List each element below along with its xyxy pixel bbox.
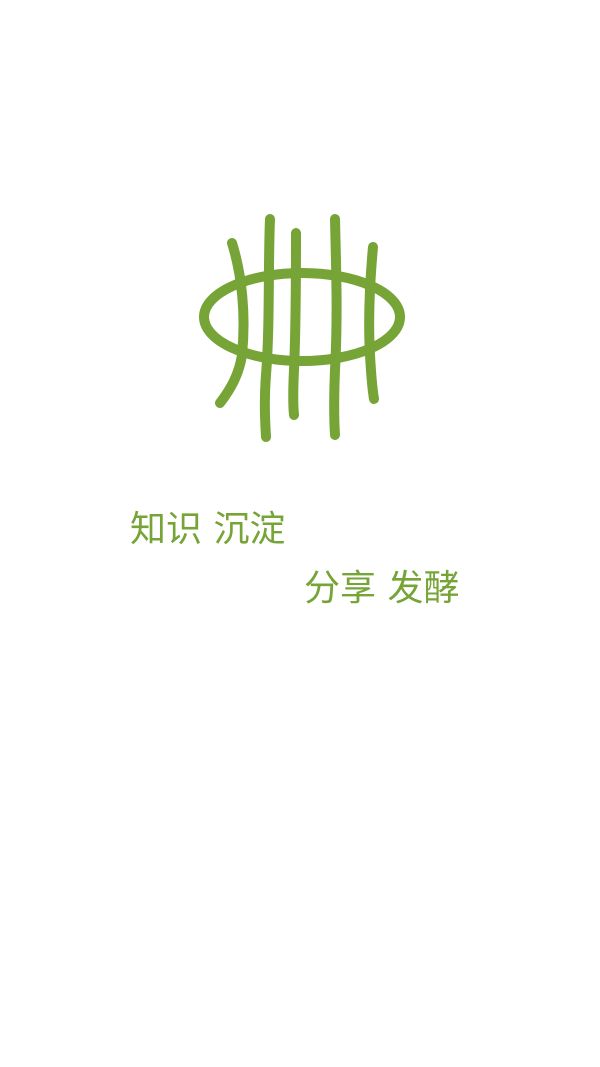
app-logo-icon	[199, 214, 405, 442]
tagline-line-2: 分享 发酵	[304, 568, 460, 609]
splash-screen: 知识 沉淀 分享 发酵	[0, 0, 600, 1067]
tagline-line-1: 知识 沉淀	[130, 509, 286, 550]
